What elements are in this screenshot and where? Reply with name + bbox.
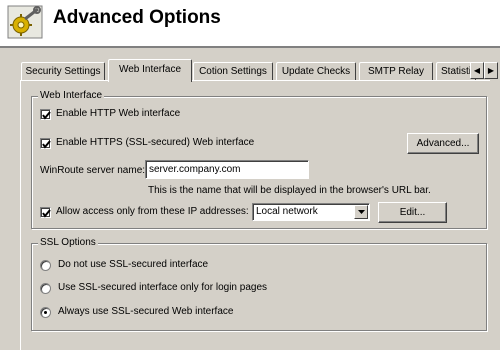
ssl-option-login-radio[interactable] bbox=[40, 283, 51, 294]
edit-ip-button[interactable]: Edit... bbox=[378, 202, 447, 223]
ssl-option-always-radio[interactable] bbox=[40, 307, 51, 318]
tab-security-settings[interactable]: Security Settings bbox=[21, 62, 105, 80]
server-name-input[interactable]: server.company.com bbox=[145, 160, 309, 179]
ssl-options-group-label: SSL Options bbox=[38, 237, 98, 248]
allow-access-checkbox[interactable] bbox=[40, 207, 51, 218]
ssl-option-none-radio[interactable] bbox=[40, 260, 51, 271]
enable-http-checkbox[interactable] bbox=[40, 109, 51, 120]
advanced-button[interactable]: Advanced... bbox=[407, 133, 479, 154]
ssl-option-none-label: Do not use SSL-secured interface bbox=[58, 259, 209, 270]
tab-update-checks[interactable]: Update Checks bbox=[276, 62, 356, 80]
enable-https-label: Enable HTTPS (SSL-secured) Web interface bbox=[56, 137, 255, 148]
ip-group-select[interactable]: Local network bbox=[252, 203, 370, 221]
gear-wrench-icon bbox=[7, 5, 43, 39]
radio-selected-dot bbox=[44, 311, 47, 314]
enable-http-label: Enable HTTP Web interface bbox=[56, 108, 181, 119]
tab-scroll-right-button[interactable]: ▶ bbox=[484, 62, 498, 79]
tab-smtp-relay[interactable]: SMTP Relay bbox=[359, 62, 433, 80]
dropdown-arrow-icon[interactable] bbox=[354, 205, 368, 219]
header-divider bbox=[0, 46, 500, 48]
dialog-header: Advanced Options bbox=[0, 0, 500, 46]
web-interface-group-label: Web Interface bbox=[38, 90, 105, 101]
server-name-label: WinRoute server name: bbox=[40, 165, 146, 176]
ip-group-selected-value: Local network bbox=[256, 206, 318, 217]
tab-scroll-left-button[interactable]: ◀ bbox=[470, 62, 484, 79]
dialog-title: Advanced Options bbox=[53, 7, 221, 28]
ssl-option-login-label: Use SSL-secured interface only for login… bbox=[58, 282, 268, 293]
server-name-hint: This is the name that will be displayed … bbox=[148, 185, 431, 196]
ssl-option-always-label: Always use SSL-secured Web interface bbox=[58, 306, 234, 317]
allow-access-label: Allow access only from these IP addresse… bbox=[56, 206, 249, 217]
enable-https-checkbox[interactable] bbox=[40, 138, 51, 149]
tab-web-interface[interactable]: Web Interface bbox=[108, 59, 192, 82]
tab-scroll-buttons: ◀ ▶ bbox=[470, 62, 498, 79]
tab-cotion-settings[interactable]: Cotion Settings bbox=[193, 62, 273, 80]
